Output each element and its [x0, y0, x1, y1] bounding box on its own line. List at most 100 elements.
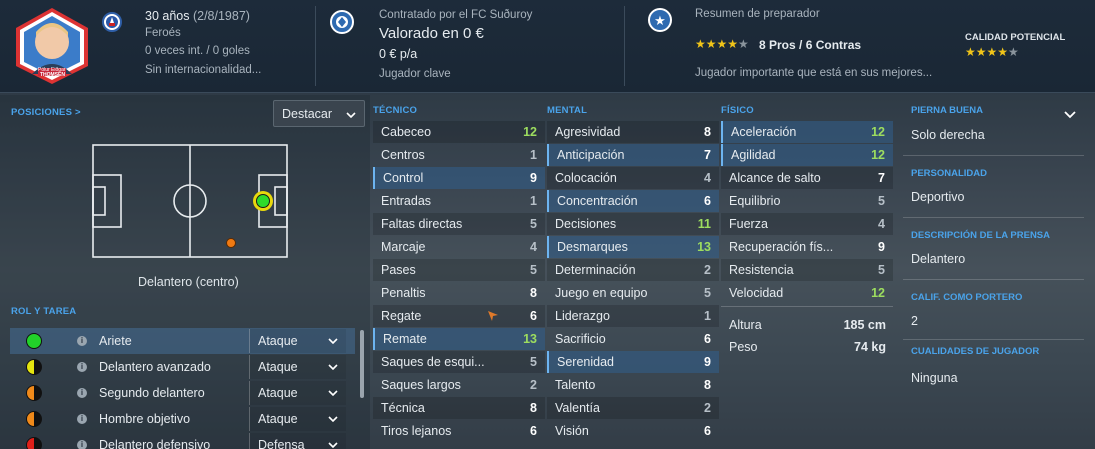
- attribute-row[interactable]: Concentración 6: [547, 190, 719, 212]
- attribute-value: 12: [523, 125, 537, 139]
- weight-label: Peso: [729, 340, 758, 354]
- role-row[interactable]: i Segundo delantero Ataque: [10, 380, 355, 406]
- attribute-row[interactable]: Pases 5: [373, 259, 545, 281]
- attribute-value: 7: [878, 171, 885, 185]
- attribute-row[interactable]: Penaltis 8: [373, 282, 545, 304]
- role-name: Segundo delantero: [99, 386, 205, 400]
- height-value: 185 cm: [843, 318, 886, 332]
- duty-select[interactable]: Ataque: [249, 381, 346, 405]
- attribute-value: 8: [704, 378, 711, 392]
- attribute-value: 4: [530, 240, 537, 254]
- attribute-name: Valentía: [555, 401, 600, 415]
- attribute-row[interactable]: Desmarques 13: [547, 236, 719, 258]
- attribute-name: Liderazgo: [555, 309, 610, 323]
- position-marker-secondary[interactable]: [226, 238, 236, 248]
- attribute-row[interactable]: Alcance de salto 7: [721, 167, 893, 189]
- attribute-value: 6: [530, 424, 537, 438]
- duty-select[interactable]: Ataque: [249, 355, 346, 379]
- attribute-row[interactable]: Remate 13: [373, 328, 545, 350]
- attribute-row[interactable]: Anticipación 7: [547, 144, 719, 166]
- info-icon[interactable]: i: [77, 388, 87, 398]
- chevron-down-icon[interactable]: [1064, 108, 1076, 122]
- attribute-row[interactable]: Equilibrio 5: [721, 190, 893, 212]
- role-name: Delantero defensivo: [99, 438, 211, 449]
- coach-summary: Jugador importante que está en sus mejor…: [695, 67, 933, 79]
- attribute-name: Tiros lejanos: [381, 424, 452, 438]
- attribute-row[interactable]: Juego en equipo 5: [547, 282, 719, 304]
- positions-heading[interactable]: POSICIONES >: [11, 107, 81, 118]
- attribute-row[interactable]: Control 9: [373, 167, 545, 189]
- role-row[interactable]: i Hombre objetivo Ataque: [10, 406, 355, 432]
- attribute-row[interactable]: Recuperación fís... 9: [721, 236, 893, 258]
- highlight-dropdown[interactable]: Destacar: [273, 100, 365, 127]
- squad-status: Jugador clave: [379, 68, 451, 80]
- attribute-row[interactable]: Fuerza 4: [721, 213, 893, 235]
- role-name: Delantero avanzado: [99, 360, 211, 374]
- position-marker-natural[interactable]: [253, 191, 273, 211]
- role-rating-icon: [26, 437, 42, 449]
- role-row[interactable]: i Ariete Ataque: [10, 328, 355, 354]
- attribute-value: 7: [704, 148, 711, 162]
- attribute-row[interactable]: Regate 6: [373, 305, 545, 327]
- info-icon[interactable]: i: [77, 440, 87, 449]
- role-rating-icon: [26, 359, 42, 375]
- attribute-row[interactable]: Agresividad 8: [547, 121, 719, 143]
- club-badge-icon[interactable]: [330, 10, 354, 34]
- attribute-name: Determinación: [555, 263, 636, 277]
- contract-label[interactable]: Contratado por el FC Suðuroy: [379, 9, 532, 21]
- attribute-row[interactable]: Visión 6: [547, 420, 719, 442]
- attribute-value: 1: [704, 309, 711, 323]
- attribute-row[interactable]: Resistencia 5: [721, 259, 893, 281]
- attribute-row[interactable]: Determinación 2: [547, 259, 719, 281]
- duty-select[interactable]: Defensa: [249, 433, 346, 449]
- attribute-value: 6: [704, 332, 711, 346]
- chevron-down-icon: [346, 107, 356, 121]
- role-name: Hombre objetivo: [99, 412, 191, 426]
- attribute-row[interactable]: Faltas directas 5: [373, 213, 545, 235]
- attribute-row[interactable]: Aceleración 12: [721, 121, 893, 143]
- attribute-row[interactable]: Entradas 1: [373, 190, 545, 212]
- role-row[interactable]: i Delantero avanzado Ataque: [10, 354, 355, 380]
- attribute-row[interactable]: Decisiones 11: [547, 213, 719, 235]
- attribute-name: Serenidad: [557, 355, 614, 369]
- info-icon[interactable]: i: [77, 362, 87, 372]
- attribute-row[interactable]: Saques largos 2: [373, 374, 545, 396]
- attribute-row[interactable]: Tiros lejanos 6: [373, 420, 545, 442]
- attribute-name: Concentración: [557, 194, 638, 208]
- chevron-down-icon: [328, 338, 338, 344]
- attribute-value: 6: [530, 309, 537, 323]
- attribute-row[interactable]: Sacrificio 6: [547, 328, 719, 350]
- attribute-row[interactable]: Saques de esqui... 5: [373, 351, 545, 373]
- role-row[interactable]: i Delantero defensivo Defensa: [10, 432, 355, 449]
- coach-report-label[interactable]: Resumen de preparador: [695, 8, 820, 20]
- attribute-row[interactable]: Centros 1: [373, 144, 545, 166]
- attribute-row[interactable]: Liderazgo 1: [547, 305, 719, 327]
- info-icon[interactable]: i: [77, 414, 87, 424]
- header-divider: [315, 6, 316, 86]
- duty-select[interactable]: Ataque: [249, 329, 346, 353]
- divider: [721, 306, 893, 307]
- attribute-value: 4: [704, 171, 711, 185]
- attribute-row[interactable]: Técnica 8: [373, 397, 545, 419]
- tecnico-heading: TÉCNICO: [373, 105, 418, 116]
- attribute-row[interactable]: Serenidad 9: [547, 351, 719, 373]
- attribute-name: Talento: [555, 378, 596, 392]
- attribute-row[interactable]: Talento 8: [547, 374, 719, 396]
- attribute-row[interactable]: Velocidad 12: [721, 282, 893, 304]
- info-icon[interactable]: i: [77, 336, 87, 346]
- divider: [903, 279, 1084, 280]
- weight-value: 74 kg: [854, 340, 886, 354]
- attribute-row[interactable]: Marcaje 4: [373, 236, 545, 258]
- player-nationality[interactable]: Feroés: [145, 27, 181, 39]
- pros-contras[interactable]: 8 Pros / 6 Contras: [759, 38, 861, 52]
- duty-select[interactable]: Ataque: [249, 407, 346, 431]
- attribute-row[interactable]: Agilidad 12: [721, 144, 893, 166]
- attribute-name: Alcance de salto: [729, 171, 821, 185]
- attribute-row[interactable]: Valentía 2: [547, 397, 719, 419]
- roles-scrollbar[interactable]: [360, 330, 364, 398]
- press-value: Delantero: [911, 252, 966, 266]
- attribute-row[interactable]: Colocación 4: [547, 167, 719, 189]
- attribute-value: 9: [530, 171, 537, 185]
- attribute-name: Velocidad: [729, 286, 784, 300]
- attribute-row[interactable]: Cabeceo 12: [373, 121, 545, 143]
